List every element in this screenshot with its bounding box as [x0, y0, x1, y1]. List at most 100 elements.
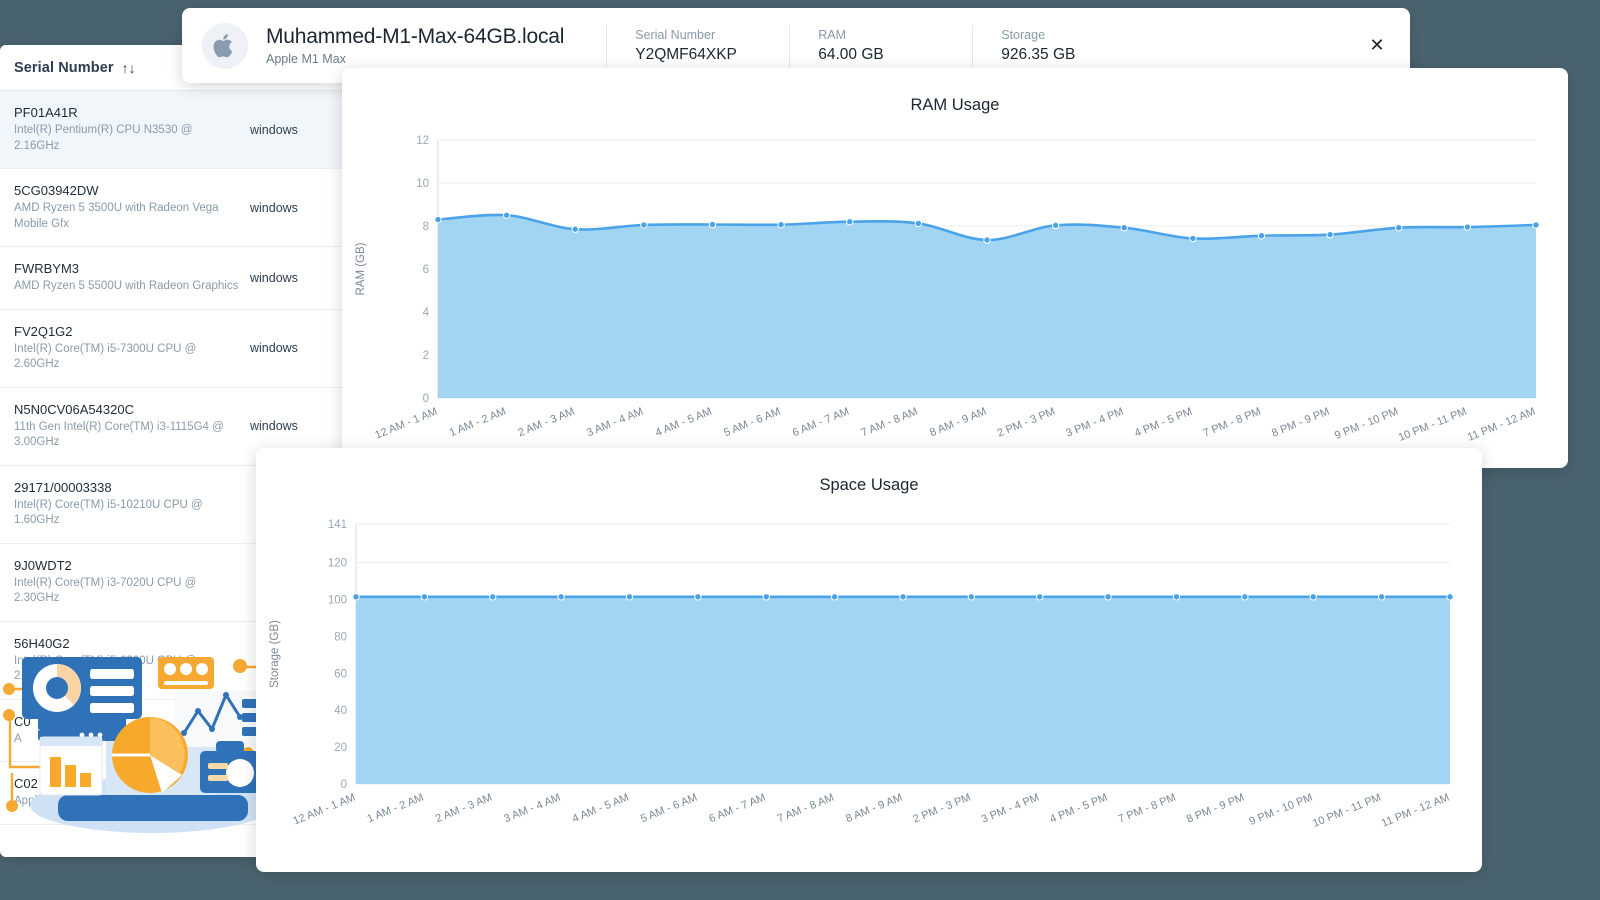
row-cpu: Appl: [14, 795, 38, 808]
header-divider: [606, 24, 608, 67]
x-axis-tick-label: 2 AM - 3 AM: [516, 406, 576, 440]
row-serial-number: 29171/00003338: [14, 479, 112, 495]
x-axis-tick-label: 7 AM - 8 AM: [859, 406, 919, 440]
table-row[interactable]: PF01A41R Intel(R) Pentium(R) CPU N3530 @ …: [0, 91, 346, 170]
x-axis-tick-label: 2 PM - 3 PM: [996, 406, 1057, 440]
stat-label: RAM: [818, 27, 847, 42]
x-axis-tick-label: 4 AM - 5 AM: [654, 406, 714, 440]
stat-label: Storage: [1001, 27, 1046, 42]
row-serial-number: PF01A41R: [14, 105, 78, 120]
row-cpu: A: [14, 732, 22, 745]
table-row[interactable]: FV2Q1G2 Intel(R) Core(TM) i5-7300U CPU @ …: [0, 310, 346, 388]
y-axis-title: RAM (GB): [355, 242, 367, 295]
x-axis-tick-label: 8 PM - 9 PM: [1185, 792, 1246, 826]
x-axis-tick-label: 6 AM - 7 AM: [791, 406, 851, 440]
row-serial-number: C02: [14, 776, 38, 792]
svg-text:20: 20: [334, 742, 347, 754]
row-cpu: Intel(R) Core(TM) i3-7020U CPU @ 2.30GHz: [14, 576, 197, 605]
stat-value: 926.35 GB: [1001, 45, 1076, 63]
device-model: Apple M1 Max: [266, 52, 346, 66]
x-axis-tick-label: 10 PM - 11 PM: [1311, 792, 1383, 830]
app-root: Serial Number ↑↓ PF01A41R Intel(R) Pentiu…: [0, 0, 1600, 900]
row-device-info: C0 A: [14, 714, 250, 748]
x-axis-tick-label: 7 PM - 8 PM: [1116, 792, 1177, 826]
x-axis-tick-label: 8 PM - 9 PM: [1270, 406, 1331, 440]
table-row[interactable]: 5CG03942DW AMD Ryzen 5 3500U with Radeon …: [0, 169, 346, 248]
row-device-info: C02 Appl: [14, 776, 250, 810]
apple-logo-icon: [202, 22, 248, 69]
row-cpu: 11th Gen Intel(R) Core(TM) i3-1115G4 @ 3…: [14, 420, 224, 449]
table-row[interactable]: FWRBYM3 AMD Ryzen 5 5500U with Radeon Gra…: [0, 247, 346, 310]
space-usage-plot: 0 20 40 60 80 100 120 141 12 AM - 1 AM 1 AM - 2 A…: [256, 448, 1482, 872]
x-axis-tick-label: 9 PM - 10 PM: [1333, 406, 1400, 442]
svg-text:12: 12: [416, 135, 429, 147]
x-axis-tick-label: 6 AM - 7 AM: [707, 792, 767, 826]
svg-text:6: 6: [423, 264, 429, 276]
x-axis-tick-label: 8 AM - 9 AM: [844, 792, 904, 826]
space-usage-chart-card: Space Usage 0 20 40 60 80 100 120 141 12 AM - 1 …: [256, 448, 1482, 872]
stat-serial-number: Serial Number Y2QMF64XKP: [635, 28, 747, 64]
row-device-info: 29171/00003338 Intel(R) Core(TM) i5-10210…: [14, 480, 250, 529]
stat-value: 64.00 GB: [818, 45, 884, 63]
svg-text:8: 8: [423, 221, 429, 233]
row-serial-number: FV2Q1G2: [14, 323, 73, 339]
svg-text:100: 100: [328, 595, 347, 607]
header-divider: [789, 24, 791, 67]
row-os: windows: [250, 341, 298, 356]
svg-text:0: 0: [341, 779, 347, 791]
svg-text:60: 60: [334, 668, 347, 680]
header-divider: [972, 24, 974, 67]
x-axis-tick-label: 5 AM - 6 AM: [639, 792, 699, 826]
x-axis-tick-label: 4 AM - 5 AM: [571, 792, 631, 826]
x-axis-tick-label: 12 AM - 1 AM: [373, 406, 439, 442]
svg-text:4: 4: [423, 307, 430, 319]
row-serial-number: 9J0WDT2: [14, 557, 72, 573]
stat-value: Y2QMF64XKP: [635, 45, 737, 63]
row-serial-number: 56H40G2: [14, 635, 70, 651]
x-axis-tick-label: 11 PM - 12 AM: [1380, 792, 1451, 830]
svg-text:10: 10: [416, 178, 429, 190]
ram-usage-chart-card: RAM Usage 0 2 4 6 8 10 12 12 AM - 1 AM 1 AM - 2 …: [342, 68, 1568, 468]
x-axis-tick-label: 8 AM - 9 AM: [928, 406, 988, 440]
svg-text:141: 141: [328, 519, 347, 531]
x-axis-tick-label: 7 AM - 8 AM: [776, 792, 836, 826]
x-axis-tick-label: 1 AM - 2 AM: [448, 406, 508, 440]
row-serial-number: 5CG03942DW: [14, 183, 99, 199]
device-hostname: Muhammed-M1-Max-64GB.local: [266, 25, 565, 48]
x-axis-tick-label: 3 AM - 4 AM: [585, 406, 645, 440]
row-device-info: 9J0WDT2 Intel(R) Core(TM) i3-7020U CPU @ …: [14, 558, 250, 607]
row-device-info: N5N0CV06A54320C 11th Gen Intel(R) Core(TM…: [14, 402, 250, 451]
svg-text:2: 2: [423, 350, 429, 362]
x-axis-tick-label: 1 AM - 2 AM: [365, 792, 425, 826]
row-os: windows: [250, 270, 298, 285]
x-axis-tick-label: 3 PM - 4 PM: [980, 792, 1041, 826]
x-axis-tick-label: 10 PM - 11 PM: [1397, 406, 1469, 444]
row-os: windows: [250, 200, 298, 215]
y-axis-title: Storage (GB): [269, 620, 281, 688]
x-axis-tick-label: 2 PM - 3 PM: [911, 792, 972, 826]
x-axis-tick-label: 3 AM - 4 AM: [502, 792, 562, 826]
device-identity: Muhammed-M1-Max-64GB.local Apple M1 Max: [266, 25, 564, 66]
row-device-info: PF01A41R Intel(R) Pentium(R) CPU N3530 @ …: [14, 105, 250, 154]
stat-ram: RAM 64.00 GB: [818, 28, 930, 64]
column-header-serial-number: Serial Number: [14, 59, 114, 76]
row-device-info: 56H40G2 Intel(R) Core(TM) i5-6300U CPU @ …: [14, 636, 250, 685]
row-serial-number: N5N0CV06A54320C: [14, 401, 134, 417]
stat-storage: Storage 926.35 GB: [1001, 28, 1113, 64]
x-axis-tick-label: 3 PM - 4 PM: [1064, 406, 1125, 440]
sort-arrows-icon[interactable]: ↑↓: [122, 61, 136, 75]
svg-text:40: 40: [334, 705, 347, 717]
close-icon[interactable]: ✕: [1362, 31, 1392, 61]
x-axis-tick-label: 4 PM - 5 PM: [1048, 792, 1109, 826]
row-cpu: Intel(R) Core(TM) i5-7300U CPU @ 2.60GHz: [14, 342, 197, 371]
x-axis-tick-label: 7 PM - 8 PM: [1201, 406, 1262, 440]
row-device-info: 5CG03942DW AMD Ryzen 5 3500U with Radeon …: [14, 183, 250, 232]
stat-label: Serial Number: [635, 27, 716, 42]
row-cpu: AMD Ryzen 5 3500U with Radeon Vega Mobil…: [14, 202, 219, 230]
svg-text:80: 80: [334, 631, 347, 643]
row-device-info: FWRBYM3 AMD Ryzen 5 5500U with Radeon Gra…: [14, 261, 250, 295]
row-os: windows: [250, 122, 298, 137]
x-axis-tick-label: 5 AM - 6 AM: [722, 406, 782, 440]
ram-usage-plot: 0 2 4 6 8 10 12 12 AM - 1 AM 1 AM - 2 AM 2 AM - 3…: [342, 68, 1568, 468]
x-axis-tick-label: 2 AM - 3 AM: [434, 792, 494, 826]
